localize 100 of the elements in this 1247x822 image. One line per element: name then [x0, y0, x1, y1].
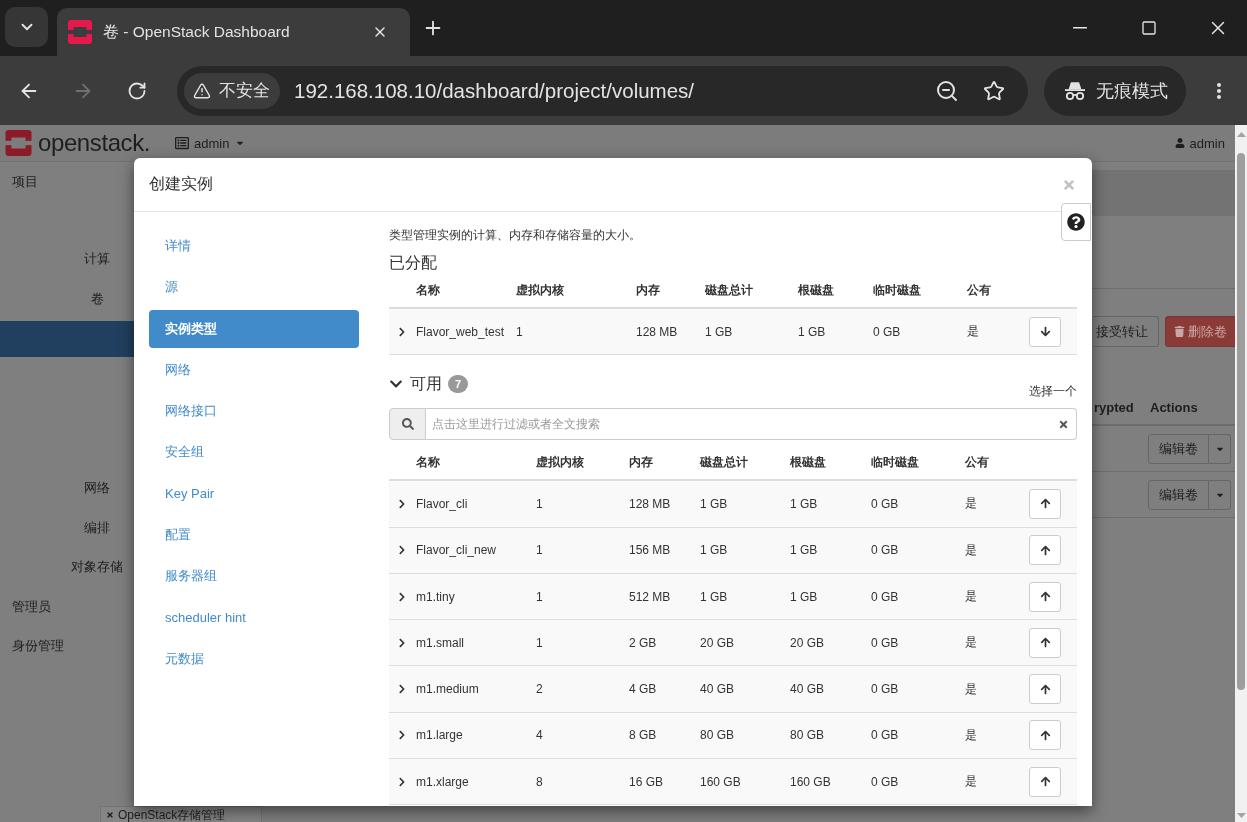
star-icon[interactable] — [983, 79, 1005, 102]
arrow-up-icon — [1039, 591, 1051, 603]
zoom-out-icon[interactable] — [935, 78, 959, 103]
list-icon — [175, 136, 190, 150]
browser-tab[interactable]: 卷 - OpenStack Dashboard — [57, 8, 410, 56]
favicon-icon — [68, 20, 92, 44]
table-cell-text: 0 GB — [871, 543, 900, 558]
action-button[interactable]: 接受转让 — [1092, 316, 1159, 347]
deallocate-button[interactable] — [1029, 316, 1061, 347]
wizard-step-tab[interactable]: 网络接口 — [149, 392, 359, 431]
table-cell-text: 1 GB — [798, 324, 827, 339]
allocate-button[interactable] — [1029, 720, 1061, 751]
clear-icon[interactable] — [1058, 418, 1069, 430]
wizard-step-tab[interactable]: Key Pair — [149, 474, 359, 513]
chevron-right-icon[interactable] — [397, 776, 407, 787]
sidebar-item[interactable]: 管理员 — [0, 587, 134, 627]
dropdown-toggle-button[interactable] — [1209, 479, 1231, 510]
menu-icon — [1217, 82, 1221, 99]
table-cell-text: m1.tiny — [416, 589, 456, 604]
allocate-button[interactable] — [1029, 535, 1061, 566]
table-cell-text: 0 GB — [871, 728, 900, 743]
wizard-step-tab[interactable]: 配置 — [149, 516, 359, 555]
chevron-right-icon[interactable] — [397, 498, 407, 509]
column-header: 内存 — [636, 282, 661, 299]
table-cell-text: 8 GB — [629, 728, 658, 743]
table-cell-text: 4 GB — [629, 682, 658, 697]
table-cell-text: 0 GB — [871, 682, 900, 697]
allocate-button[interactable] — [1029, 581, 1061, 612]
selection-hint: 选择一个 — [1029, 384, 1077, 399]
sidebar-item[interactable]: 编排 — [0, 508, 134, 548]
incognito-button[interactable]: 无痕模式 — [1044, 65, 1186, 116]
chevron-right-icon[interactable] — [397, 591, 407, 602]
table-cell-text: 1 GB — [790, 543, 819, 558]
table-cell-text: Flavor_web_test — [416, 324, 506, 339]
logo-text: openstack. — [38, 131, 151, 155]
chevron-right-icon[interactable] — [397, 326, 407, 337]
table-cell-text: m1.large — [416, 728, 464, 743]
wizard-step-tab[interactable]: 实例类型 — [149, 309, 359, 348]
wizard-step-tab[interactable]: 元数据 — [149, 639, 359, 678]
scrollbar-thumb[interactable] — [1237, 153, 1245, 690]
security-indicator-button[interactable]: 不安全 — [184, 72, 280, 109]
user-icon — [1174, 138, 1185, 148]
column-header: 虚拟内核 — [536, 454, 585, 472]
dropdown-toggle-button[interactable] — [1209, 433, 1231, 464]
delete-button[interactable]: 删除卷 — [1165, 316, 1235, 347]
edit-volume-button[interactable]: 编辑卷 — [1148, 479, 1209, 510]
close-icon[interactable] — [106, 810, 114, 819]
project-menu[interactable]: admin — [175, 135, 245, 151]
arrow-down-icon — [1039, 326, 1051, 338]
sidebar-item[interactable]: 卷 — [0, 279, 134, 319]
maximize-icon — [1141, 20, 1157, 36]
allocate-button[interactable] — [1029, 766, 1061, 797]
chevron-right-icon[interactable] — [397, 730, 407, 741]
search-field[interactable]: 点击这里进行过滤或者全文搜索 — [426, 408, 1077, 441]
wizard-step-tab[interactable]: 详情 — [149, 227, 359, 265]
reload-icon — [127, 80, 147, 101]
allocate-button[interactable] — [1029, 674, 1061, 705]
sidebar-item[interactable]: 计算 — [0, 239, 134, 279]
allocate-button[interactable] — [1029, 627, 1061, 658]
close-icon[interactable] — [372, 24, 388, 40]
bottom-tab[interactable]: OpenStack存储管理 — [100, 806, 262, 822]
active-item-highlight[interactable] — [0, 320, 134, 357]
wizard-step-tab[interactable]: 安全组 — [149, 433, 359, 472]
sidebar-item[interactable]: 对象存储 — [0, 547, 134, 587]
table-cell-text: 16 GB — [629, 774, 665, 789]
chevron-right-icon[interactable] — [397, 637, 407, 648]
arrow-up-icon — [1039, 544, 1051, 556]
help-button[interactable] — [1061, 203, 1091, 241]
logo-icon — [5, 130, 32, 156]
arrow-up-icon — [1039, 498, 1051, 510]
sidebar-item[interactable]: 网络 — [0, 468, 134, 508]
user-menu[interactable]: admin — [1174, 135, 1225, 151]
table-cell-text: 20 GB — [700, 635, 736, 650]
warning-icon — [193, 81, 211, 100]
arrow-up-icon — [1039, 637, 1051, 649]
table-cell-text: 是 — [965, 495, 978, 513]
arrow-up-icon — [1039, 776, 1051, 788]
table-cell-text: 1 — [516, 324, 524, 339]
column-header: 临时磁盘 — [871, 454, 920, 472]
wizard-step-tab[interactable]: 服务器组 — [149, 557, 359, 596]
column-header: Actions — [1149, 399, 1199, 415]
arrow-up-icon — [1039, 683, 1051, 695]
table-cell-text: 0 GB — [871, 589, 900, 604]
sidebar-item[interactable]: 项目 — [0, 162, 134, 202]
wizard-step-tab[interactable]: scheduler hint — [149, 598, 359, 637]
arrow-up-icon — [1039, 729, 1051, 741]
chevron-right-icon[interactable] — [397, 545, 407, 556]
allocate-button[interactable] — [1029, 488, 1061, 519]
wizard-step-tab[interactable]: 源 — [149, 268, 359, 307]
address-bar[interactable]: 不安全 192.168.108.10/dashboard/project/volumes/ — [177, 65, 1028, 116]
edit-volume-button[interactable]: 编辑卷 — [1148, 433, 1209, 464]
wizard-step-tab[interactable]: 网络 — [149, 350, 359, 389]
table-cell-text: 4 — [536, 728, 544, 743]
table-cell-text: 是 — [965, 634, 978, 652]
chevron-right-icon[interactable] — [397, 684, 407, 695]
minimize-icon — [1073, 27, 1087, 29]
table-cell-text: 是 — [965, 588, 978, 606]
sidebar-item[interactable]: 身份管理 — [0, 626, 134, 666]
table-cell-text: 是 — [967, 323, 980, 341]
table-cell-text: m1.small — [416, 635, 465, 650]
